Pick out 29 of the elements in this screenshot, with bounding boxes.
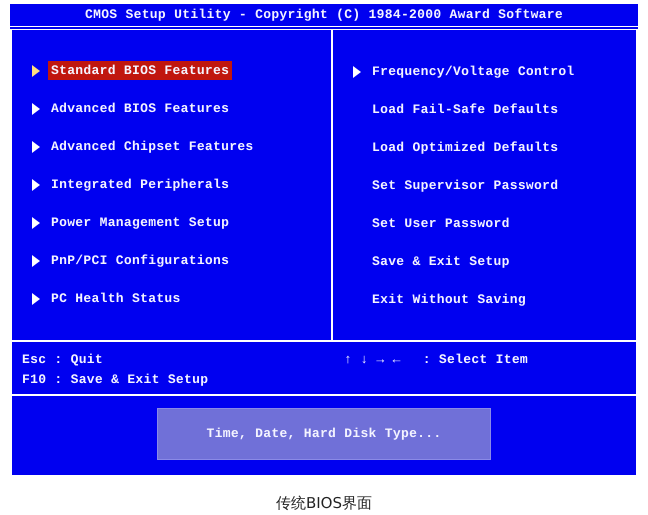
menu-item[interactable]: Advanced BIOS Features [48, 98, 232, 118]
menu-item[interactable]: Power Management Setup [48, 212, 232, 232]
submenu-arrow-icon [32, 178, 40, 190]
help-text: Esc : Quit [22, 351, 104, 369]
submenu-arrow-icon [32, 254, 40, 266]
window-title: CMOS Setup Utility - Copyright (C) 1984-2000 Award Software [85, 6, 563, 24]
menu-item[interactable]: Set User Password [369, 214, 513, 234]
submenu-arrow-icon [32, 102, 40, 114]
menu-item[interactable]: PC Health Status [48, 288, 184, 308]
menu-item[interactable]: Integrated Peripherals [48, 174, 232, 194]
item-description: Time, Date, Hard Disk Type... [157, 408, 491, 460]
menu-item[interactable]: Frequency/Voltage Control [369, 62, 578, 82]
menu-item[interactable]: Set Supervisor Password [369, 176, 562, 196]
submenu-arrow-icon [32, 292, 40, 304]
menu-item[interactable]: Exit Without Saving [369, 290, 529, 310]
submenu-arrow-icon [32, 140, 40, 152]
submenu-arrow-icon [32, 216, 40, 228]
menu-item[interactable]: Load Fail-Safe Defaults [369, 100, 562, 120]
menu-item[interactable]: PnP/PCI Configurations [48, 250, 232, 270]
help-text: F10 : Save & Exit Setup [22, 370, 208, 388]
menu-item[interactable]: Advanced Chipset Features [48, 136, 257, 156]
menu-item[interactable]: Standard BIOS Features [48, 60, 232, 80]
caption: 传统BIOS界面 [274, 493, 374, 514]
submenu-arrow-icon [353, 66, 361, 78]
help-text: : Select Item [422, 351, 528, 369]
menu-item[interactable]: Load Optimized Defaults [369, 138, 562, 158]
arrow-keys-hint: ↑ ↓ → ← [344, 351, 401, 369]
submenu-arrow-icon [32, 64, 40, 76]
menu-item[interactable]: Save & Exit Setup [369, 252, 513, 272]
